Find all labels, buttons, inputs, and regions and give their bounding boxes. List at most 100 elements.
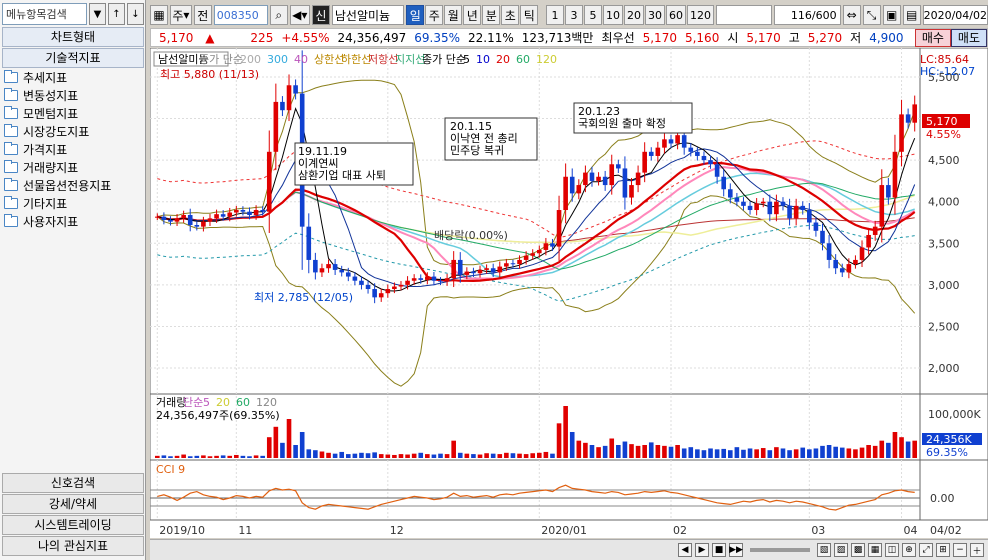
volume-legend: 120 bbox=[256, 396, 277, 409]
volume-bar bbox=[385, 454, 391, 458]
arrow-down-icon[interactable]: ↓ bbox=[127, 3, 144, 25]
indicator-folder-label: 추세지표 bbox=[23, 70, 68, 85]
candle bbox=[398, 284, 404, 287]
period-tab[interactable]: 일 bbox=[406, 5, 425, 25]
zoom-in-icon[interactable]: ＋ bbox=[970, 543, 984, 557]
sell-button[interactable]: 매도 bbox=[950, 28, 987, 47]
indicator-folder[interactable]: 거래량지표 bbox=[4, 158, 142, 176]
dropdown-icon[interactable]: ▼ bbox=[89, 3, 106, 25]
grid-icon[interactable]: ▦ bbox=[150, 5, 168, 25]
volume-bar bbox=[576, 440, 582, 458]
interval-tab[interactable]: 120 bbox=[687, 5, 714, 25]
tool3-icon[interactable]: ▩ bbox=[851, 543, 865, 557]
volume-bar bbox=[398, 454, 404, 458]
tool8-icon[interactable]: ⊞ bbox=[936, 543, 950, 557]
volume-bar bbox=[879, 440, 885, 458]
indicator-folder[interactable]: 기타지표 bbox=[4, 194, 142, 212]
tool4-icon[interactable]: ▦ bbox=[868, 543, 882, 557]
system-trading-button[interactable]: 시스템트레이딩 bbox=[2, 515, 144, 535]
calendar-icon[interactable]: ▤ bbox=[902, 5, 921, 25]
period-tab[interactable]: 초 bbox=[501, 5, 520, 25]
candle bbox=[807, 210, 812, 223]
change: 225 bbox=[250, 30, 274, 45]
price-chart[interactable]: 5,5005,0004,5004,0003,5003,0002,5002,000… bbox=[150, 48, 988, 538]
volume-bar bbox=[721, 448, 727, 458]
period-tab[interactable]: 틱 bbox=[520, 5, 539, 25]
date-input[interactable]: 2020/04/02 bbox=[922, 5, 988, 25]
candle bbox=[359, 280, 364, 285]
scroll-icon[interactable]: ⇔ bbox=[842, 5, 861, 25]
candle bbox=[563, 176, 568, 211]
interval-tab[interactable]: 10 bbox=[603, 5, 623, 25]
stop-icon[interactable]: ■ bbox=[712, 543, 726, 557]
hc-label: HC:-12.07 bbox=[920, 65, 975, 78]
my-indicator-button[interactable]: 나의 관심지표 bbox=[2, 536, 144, 556]
indicator-folder[interactable]: 추세지표 bbox=[4, 68, 142, 86]
volume-bar bbox=[332, 453, 338, 458]
indicator-folder[interactable]: 사용자지표 bbox=[4, 212, 142, 230]
zoom-out-icon[interactable]: − bbox=[953, 543, 967, 557]
prev-icon[interactable]: ◀ bbox=[678, 543, 692, 557]
indicator-folder[interactable]: 모멘텀지표 bbox=[4, 104, 142, 122]
legend-item: 200 bbox=[240, 53, 261, 66]
signal-search-button[interactable]: 신호검색 bbox=[2, 473, 144, 493]
tool5-icon[interactable]: ◫ bbox=[885, 543, 899, 557]
candle bbox=[576, 185, 582, 194]
x-tick-label: 03 bbox=[811, 524, 825, 537]
volume-last-label: 24,356K bbox=[926, 433, 972, 446]
volume-bar bbox=[168, 456, 173, 458]
prev-button[interactable]: 전 bbox=[193, 5, 212, 25]
tool6-icon[interactable]: ⊕ bbox=[902, 543, 916, 557]
candle bbox=[405, 280, 410, 285]
amount: 123,713백만 bbox=[521, 31, 594, 45]
next-icon[interactable]: ▶▶ bbox=[729, 543, 743, 557]
interval-tab[interactable]: 20 bbox=[624, 5, 644, 25]
tool2-icon[interactable]: ▨ bbox=[834, 543, 848, 557]
volume-bar bbox=[425, 454, 430, 458]
interval-tab[interactable]: 1 bbox=[546, 5, 564, 25]
save-icon[interactable]: ▣ bbox=[882, 5, 901, 25]
open: 5,170 bbox=[746, 30, 781, 45]
candle bbox=[313, 259, 318, 273]
speaker-icon[interactable]: ◀▾ bbox=[289, 5, 310, 25]
volume-bar bbox=[760, 448, 766, 458]
interval-tab[interactable]: 5 bbox=[584, 5, 602, 25]
tech-indicator-tab[interactable]: 기술적지표 bbox=[2, 48, 144, 68]
indicator-folder[interactable]: 가격지표 bbox=[4, 140, 142, 158]
candle bbox=[194, 224, 200, 227]
volume-bar bbox=[905, 441, 911, 458]
indicator-folder[interactable]: 변동성지표 bbox=[4, 86, 142, 104]
buy-button[interactable]: 매수 bbox=[914, 28, 951, 47]
chart-type-tab[interactable]: 차트형태 bbox=[2, 27, 144, 47]
current-price: 5,170 ▲ bbox=[159, 30, 215, 45]
arrow-up-icon[interactable]: ↑ bbox=[108, 3, 125, 25]
period-combo[interactable]: 주 ▾ bbox=[170, 5, 192, 25]
period-tab[interactable]: 주 bbox=[425, 5, 444, 25]
interval-tab[interactable]: 30 bbox=[645, 5, 665, 25]
indicator-folder[interactable]: 선물옵션전용지표 bbox=[4, 176, 142, 194]
zoom-icon[interactable]: ⤡ bbox=[862, 5, 881, 25]
play-icon[interactable]: ▶ bbox=[695, 543, 709, 557]
tool1-icon[interactable]: ▧ bbox=[817, 543, 831, 557]
period-tab[interactable]: 분 bbox=[482, 5, 501, 25]
indicator-folder[interactable]: 시장강도지표 bbox=[4, 122, 142, 140]
indicator-panel: 메뉴항목검색 ▼ ↑ ↓ 차트형태 기술적지표 추세지표 변동성지표 모멘텀지표 시장… bbox=[0, 0, 146, 560]
interval-tab[interactable]: 3 bbox=[565, 5, 583, 25]
scroll-slider[interactable] bbox=[750, 548, 810, 552]
bar-count[interactable]: 116/600 bbox=[773, 5, 841, 25]
stock-code-input[interactable]: 008350 bbox=[213, 5, 268, 25]
menu-search-input[interactable]: 메뉴항목검색 bbox=[2, 3, 87, 25]
candle bbox=[550, 243, 555, 247]
period-tab[interactable]: 년 bbox=[463, 5, 482, 25]
candle bbox=[556, 210, 562, 247]
volume-bar bbox=[280, 442, 285, 458]
candle bbox=[583, 172, 588, 186]
menu-search: 메뉴항목검색 ▼ ↑ ↓ bbox=[2, 3, 144, 25]
strength-weakness-button[interactable]: 강세/약세 bbox=[2, 494, 144, 514]
interval-input[interactable] bbox=[716, 5, 772, 25]
search-icon[interactable]: ⌕ bbox=[269, 5, 288, 25]
period-tab[interactable]: 월 bbox=[444, 5, 463, 25]
tool7-icon[interactable]: ⤢ bbox=[919, 543, 933, 557]
legend-item: 20 bbox=[496, 53, 510, 66]
interval-tab[interactable]: 60 bbox=[666, 5, 686, 25]
